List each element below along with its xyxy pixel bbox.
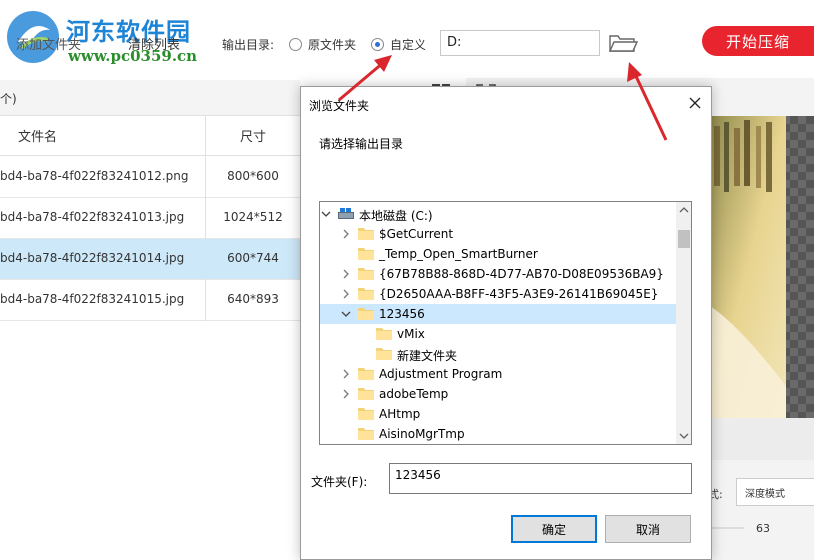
file-size-cell: 1024*512 bbox=[223, 210, 283, 224]
list-header-bar bbox=[0, 80, 300, 116]
file-name-cell: bd4-ba78-4f022f83241013.jpg bbox=[0, 210, 185, 224]
radio-custom-folder[interactable] bbox=[371, 38, 384, 51]
file-name-cell: bd4-ba78-4f022f83241012.png bbox=[0, 169, 189, 183]
tree-item-label: Adjustment Program bbox=[379, 367, 503, 381]
tree-item-label: {D2650AAA-B8FF-43F5-A3E9-26141B69045E} bbox=[379, 287, 659, 301]
table-row[interactable]: bd4-ba78-4f022f83241015.jpg 640*893 bbox=[0, 280, 300, 321]
tree-item[interactable]: adobeTemp bbox=[320, 384, 676, 404]
folder-tree[interactable]: 本地磁盘 (C:) $GetCurrent _Temp_Open_SmartBurn… bbox=[319, 201, 692, 445]
folder-icon bbox=[358, 387, 374, 400]
tree-item[interactable]: $GetCurrent bbox=[320, 224, 676, 244]
file-count: 个) bbox=[0, 92, 17, 106]
chevron-right-icon[interactable] bbox=[340, 288, 352, 300]
file-size-cell: 640*893 bbox=[227, 292, 279, 306]
output-path-input[interactable]: D: bbox=[440, 30, 600, 56]
top-toolbar: 河东软件园 www.pc0359.cn 添加文件夹 清除列表 输出目录: 原文件… bbox=[0, 0, 814, 78]
tree-item-label: $GetCurrent bbox=[379, 227, 454, 241]
chevron-down-icon[interactable] bbox=[320, 208, 332, 220]
tree-scrollbar[interactable] bbox=[676, 202, 691, 444]
chevron-right-icon[interactable] bbox=[340, 388, 352, 400]
table-row[interactable]: bd4-ba78-4f022f83241013.jpg 1024*512 bbox=[0, 198, 300, 239]
tree-item-label: 本地磁盘 (C:) bbox=[359, 209, 433, 223]
tree-item-label: AHtmp bbox=[379, 407, 421, 421]
chevron-down-icon[interactable] bbox=[340, 308, 352, 320]
file-size-cell: 800*600 bbox=[227, 169, 279, 183]
tree-item[interactable]: {D2650AAA-B8FF-43F5-A3E9-26141B69045E} bbox=[320, 284, 676, 304]
column-size-label: 尺寸 bbox=[239, 130, 266, 145]
tree-item[interactable]: AisinoMgrTmp bbox=[320, 424, 676, 444]
scroll-up-icon[interactable] bbox=[679, 206, 689, 214]
output-dir-label: 输出目录: bbox=[222, 38, 275, 52]
folder-name-input[interactable]: 123456 bbox=[389, 463, 692, 494]
tree-item-label: _Temp_Open_SmartBurner bbox=[379, 247, 538, 261]
folder-icon bbox=[358, 267, 374, 280]
file-size-cell: 600*744 bbox=[227, 251, 279, 265]
tree-item[interactable]: {67B78B88-868D-4D77-AB70-D08E09536BA9} bbox=[320, 264, 676, 284]
tree-item-label: vMix bbox=[397, 327, 425, 341]
tree-item-label: AisinoMgrTmp bbox=[379, 427, 465, 441]
tree-item[interactable]: 本地磁盘 (C:) bbox=[320, 204, 676, 224]
clear-list-button[interactable]: 清除列表 bbox=[128, 34, 180, 53]
table-row[interactable]: bd4-ba78-4f022f83241012.png 800*600 bbox=[0, 157, 300, 198]
file-name-cell: bd4-ba78-4f022f83241015.jpg bbox=[0, 292, 185, 306]
table-row[interactable]: bd4-ba78-4f022f83241014.jpg 600*744 bbox=[0, 239, 300, 280]
scrollbar-thumb[interactable] bbox=[678, 230, 690, 248]
file-name-cell: bd4-ba78-4f022f83241014.jpg bbox=[0, 251, 185, 265]
tree-item-label: 123456 bbox=[379, 307, 425, 321]
tree-item[interactable]: 新建文件夹 bbox=[320, 344, 676, 364]
scroll-down-icon[interactable] bbox=[679, 432, 689, 440]
tree-item[interactable]: _Temp_Open_SmartBurner bbox=[320, 244, 676, 264]
dialog-prompt: 请选择输出目录 bbox=[319, 137, 404, 151]
tree-item-label: {67B78B88-868D-4D77-AB70-D08E09536BA9} bbox=[379, 267, 664, 281]
quality-value: 63 bbox=[756, 522, 770, 535]
radio-original-label: 原文件夹 bbox=[308, 38, 357, 52]
column-filename-label: 文件名 bbox=[17, 130, 57, 145]
folder-icon bbox=[358, 367, 374, 380]
ok-button[interactable]: 确定 bbox=[511, 515, 597, 543]
image-preview bbox=[710, 116, 814, 418]
folder-icon bbox=[358, 227, 374, 240]
drive-icon bbox=[338, 207, 354, 220]
radio-custom-label: 自定义 bbox=[390, 38, 427, 52]
column-header-size[interactable]: 尺寸 bbox=[206, 116, 300, 156]
folder-icon bbox=[358, 287, 374, 300]
folder-icon bbox=[358, 307, 374, 320]
folder-icon bbox=[358, 407, 374, 420]
start-compress-button[interactable]: 开始压缩 bbox=[702, 26, 814, 56]
column-divider bbox=[205, 116, 206, 321]
column-header-filename[interactable]: 文件名 bbox=[0, 116, 205, 156]
chevron-right-icon[interactable] bbox=[340, 228, 352, 240]
dialog-title: 浏览文件夹 bbox=[309, 99, 370, 113]
tree-item[interactable]: Adjustment Program bbox=[320, 364, 676, 384]
add-folder-button[interactable]: 添加文件夹 bbox=[16, 34, 81, 53]
chevron-right-icon[interactable] bbox=[340, 268, 352, 280]
cancel-button[interactable]: 取消 bbox=[605, 515, 691, 543]
tree-item[interactable]: vMix bbox=[320, 324, 676, 344]
folder-field-label: 文件夹(F): bbox=[311, 475, 368, 489]
quality-slider-track[interactable] bbox=[708, 527, 744, 529]
compress-mode-select[interactable]: 深度模式 bbox=[736, 478, 814, 506]
folder-icon bbox=[358, 427, 374, 440]
chevron-right-icon[interactable] bbox=[340, 368, 352, 380]
tree-item-label: adobeTemp bbox=[379, 387, 449, 401]
folder-icon bbox=[376, 347, 392, 360]
close-icon[interactable] bbox=[685, 93, 705, 113]
folder-icon bbox=[376, 327, 392, 340]
folder-icon bbox=[358, 247, 374, 260]
radio-original-folder[interactable] bbox=[289, 38, 302, 51]
tree-item[interactable]: 123456 bbox=[320, 304, 676, 324]
tree-item-label: 新建文件夹 bbox=[397, 349, 458, 363]
browse-folder-icon[interactable] bbox=[608, 32, 638, 54]
tree-item[interactable]: AHtmp bbox=[320, 404, 676, 424]
browse-folder-dialog: 浏览文件夹 请选择输出目录 本地磁盘 (C:) $GetCurrent _Temp_… bbox=[300, 86, 712, 560]
preview-divider-strip bbox=[708, 418, 814, 460]
